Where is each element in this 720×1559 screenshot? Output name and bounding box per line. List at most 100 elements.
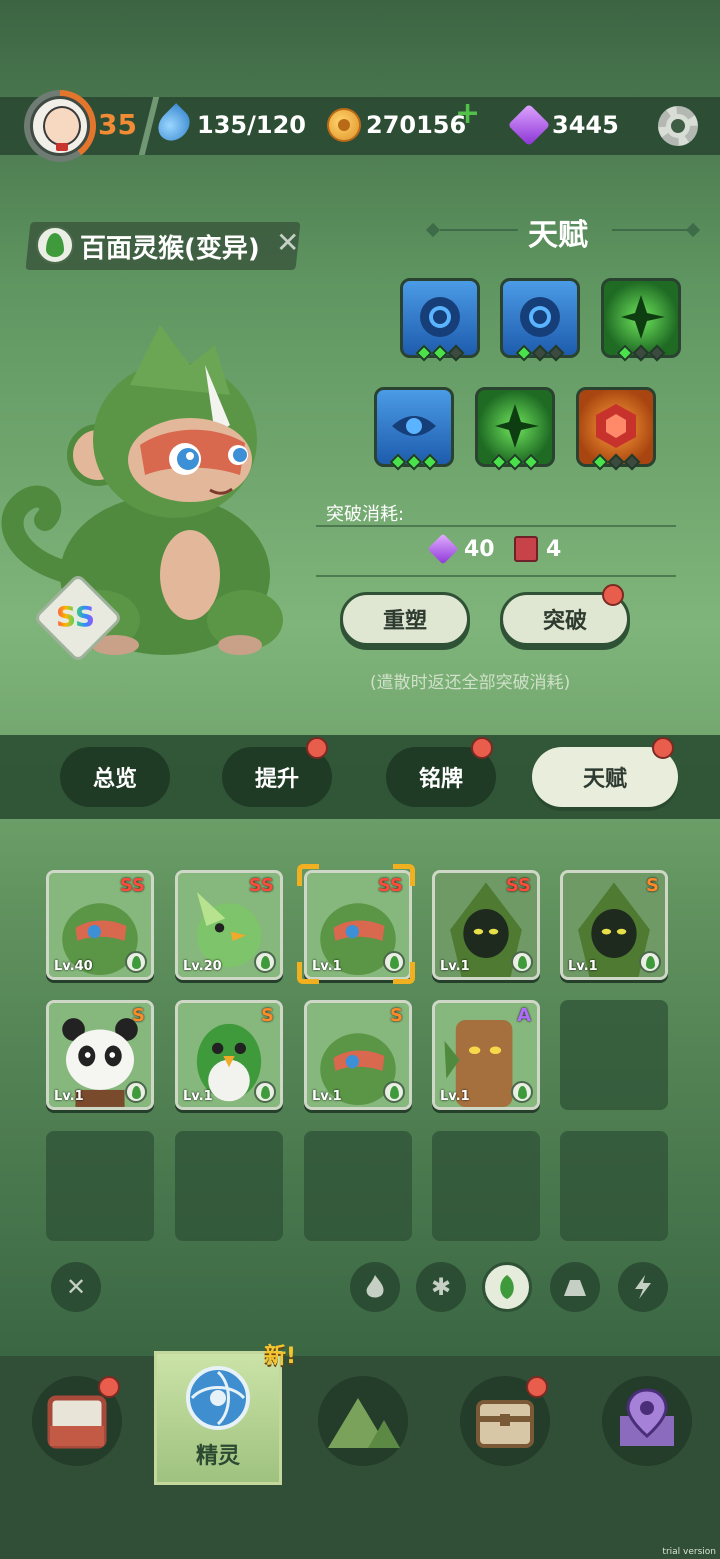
- grass-element-leaf-icon: [511, 951, 533, 973]
- leaf-shuriken-icon: [621, 294, 665, 339]
- talent-node-2[interactable]: [500, 278, 580, 362]
- grass-element-leaf-icon: [254, 1081, 276, 1103]
- grass-element-leaf-icon: [254, 951, 276, 973]
- nav-spirits-label: 精灵: [195, 1444, 240, 1469]
- new-badge: 新!: [264, 1344, 297, 1369]
- grass-element-leaf-icon: [639, 951, 661, 973]
- watermark: trial version: [662, 1547, 716, 1557]
- paw-coin-icon: [327, 108, 361, 142]
- pet-card[interactable]: A Lv.1: [432, 1000, 540, 1110]
- title-ornament-right-icon: [685, 222, 701, 238]
- gear-ring-icon: [520, 296, 560, 337]
- nav-map[interactable]: [602, 1376, 692, 1466]
- hexagon-gem-icon: [596, 403, 636, 448]
- player-level: 35: [98, 108, 137, 141]
- avatar-face: [43, 106, 81, 146]
- eye-icon: [392, 415, 436, 436]
- grass-element-leaf-icon: [125, 951, 147, 973]
- empty-pet-slot: [304, 1131, 412, 1241]
- filter-lightning-icon[interactable]: [618, 1262, 668, 1312]
- pet-rank: A: [517, 1005, 531, 1026]
- talent-node-6[interactable]: [576, 387, 656, 471]
- pet-card[interactable]: S Lv.1: [304, 1000, 412, 1110]
- purple-gem-cost-icon: [427, 533, 459, 565]
- selection-corner-icon: [393, 962, 415, 984]
- pet-level: Lv.1: [568, 959, 598, 974]
- refund-hint: (遣散时返还全部突破消耗): [370, 673, 571, 693]
- empty-pet-slot: [560, 1000, 668, 1110]
- pet-rank: S: [646, 875, 659, 896]
- pet-name: 百面灵猴(变异): [80, 234, 260, 264]
- gear-ring-icon: [420, 296, 460, 337]
- nav-chest-notification-dot: [526, 1376, 548, 1398]
- pet-card[interactable]: SS Lv.1: [432, 870, 540, 980]
- close-x-icon[interactable]: ✕: [276, 226, 299, 259]
- pet-rank: S: [132, 1005, 145, 1026]
- pet-level: Lv.1: [440, 959, 470, 974]
- add-coins-plus-icon[interactable]: +: [455, 96, 480, 131]
- tab-overview[interactable]: 总览: [60, 747, 170, 807]
- pet-card[interactable]: S Lv.1: [46, 1000, 154, 1110]
- pet-card[interactable]: S Lv.1: [175, 1000, 283, 1110]
- nav-backpack-notification-dot: [98, 1376, 120, 1398]
- selection-corner-icon: [297, 962, 319, 984]
- pet-rank: SS: [248, 875, 274, 896]
- grass-element-leaf-icon: [125, 1081, 147, 1103]
- title-ornament-left-icon: [425, 222, 441, 238]
- spirit-orb-icon: [186, 1366, 250, 1430]
- empty-pet-slot: [432, 1131, 540, 1241]
- pet-level: Lv.40: [54, 959, 93, 974]
- empty-pet-slot: [560, 1131, 668, 1241]
- breakthrough-cost-label: 突破消耗:: [326, 504, 405, 525]
- pet-level: Lv.1: [54, 1089, 84, 1104]
- breakthrough-notification-dot: [602, 584, 624, 606]
- pet-card[interactable]: SS Lv.20: [175, 870, 283, 980]
- player-avatar[interactable]: [24, 90, 96, 162]
- filter-leaf-icon[interactable]: [482, 1262, 532, 1312]
- leaf-shuriken-icon: [495, 403, 539, 448]
- pet-rank: S: [390, 1005, 403, 1026]
- talent-title: 天赋: [528, 218, 588, 253]
- cost-divider-top: [316, 525, 676, 527]
- talent-node-3[interactable]: [601, 278, 681, 362]
- talent-node-4[interactable]: [374, 387, 454, 471]
- bow-tie-icon: [56, 143, 68, 151]
- title-ornament-line-left: [440, 229, 518, 231]
- pet-level: Lv.1: [312, 1089, 342, 1104]
- filter-rock-icon[interactable]: [550, 1262, 600, 1312]
- gem-counter: 3445: [552, 111, 619, 139]
- selection-corner-icon: [297, 864, 319, 886]
- reshape-button[interactable]: 重塑: [340, 592, 470, 646]
- map-pin-icon: [620, 1388, 674, 1446]
- pet-level: Lv.20: [183, 959, 222, 974]
- filter-clear-close-icon[interactable]: ✕: [51, 1262, 101, 1312]
- pet-rank: SS: [505, 875, 531, 896]
- pet-rank: S: [261, 1005, 274, 1026]
- avatar-portrait: [30, 96, 90, 156]
- filter-fire-icon[interactable]: [350, 1262, 400, 1312]
- pet-level: Lv.1: [183, 1089, 213, 1104]
- grass-element-leaf-icon: [383, 1081, 405, 1103]
- title-ornament-line-right: [612, 229, 690, 231]
- empty-pet-slot: [175, 1131, 283, 1241]
- pet-card[interactable]: SS Lv.40: [46, 870, 154, 980]
- tab-talent-notification-dot: [652, 737, 674, 759]
- nav-mountain[interactable]: [318, 1376, 408, 1466]
- tab-upgrade-notification-dot: [306, 737, 328, 759]
- tab-nameplate-notification-dot: [471, 737, 493, 759]
- coin-counter: 270156: [366, 111, 467, 139]
- red-book-cost-icon: [514, 536, 538, 562]
- settings-gear-icon[interactable]: [658, 106, 698, 146]
- filter-gear-flower-icon[interactable]: ✱: [416, 1262, 466, 1312]
- talent-node-1[interactable]: [400, 278, 480, 362]
- grade-badge-text: SS: [56, 600, 96, 633]
- grass-element-leaf-icon: [36, 226, 74, 264]
- gem-cost-value: 40: [464, 537, 495, 562]
- pet-level: Lv.1: [440, 1089, 470, 1104]
- pet-card[interactable]: S Lv.1: [560, 870, 668, 980]
- mountain-icon: [328, 1398, 400, 1448]
- grass-element-leaf-icon: [511, 1081, 533, 1103]
- talent-node-5[interactable]: [475, 387, 555, 471]
- selection-corner-icon: [393, 864, 415, 886]
- energy-counter: 135/120: [197, 111, 306, 139]
